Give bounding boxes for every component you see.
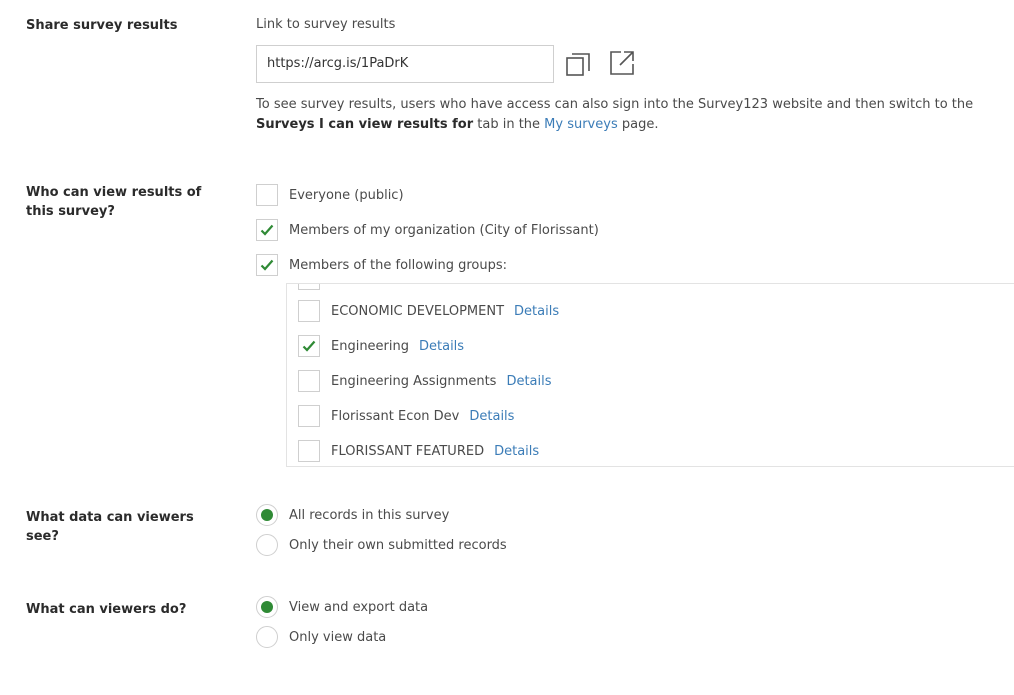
radio[interactable] [256,534,278,556]
checkbox[interactable] [298,440,320,462]
details-link[interactable]: Details [514,304,559,319]
checkmark-icon [260,224,274,236]
checkbox-checked[interactable] [256,219,278,241]
checkmark-icon [302,340,316,352]
checkbox[interactable] [298,300,320,322]
details-link[interactable]: Details [494,444,539,459]
open-external-icon[interactable] [608,49,636,77]
option-own-records[interactable]: Only their own submitted records [256,534,507,556]
help-text-part: page. [617,117,659,132]
group-name: Engineering [331,338,409,354]
option-label: Members of the following groups: [289,257,507,273]
viewer-actions-label: What can viewers do? [26,602,187,617]
share-results-label: Share survey results [26,18,178,33]
checkbox-partial[interactable] [298,284,320,290]
radio-selected[interactable] [256,596,278,618]
checkmark-icon [260,259,274,271]
surveys-i-can-view-tab-name: Surveys I can view results for [256,117,474,132]
option-everyone-public[interactable]: Everyone (public) [256,184,404,206]
option-all-records[interactable]: All records in this survey [256,504,449,526]
group-name: ECONOMIC DEVELOPMENT [331,303,505,319]
who-can-view-label: Who can view results of this survey? [26,185,202,219]
option-label: Members of my organization (City of Flor… [289,222,599,238]
what-data-label: What data can viewers see? [26,510,194,544]
checkbox[interactable] [298,405,320,427]
option-label: All records in this survey [289,507,450,523]
copy-icon[interactable] [564,50,592,78]
option-label: Everyone (public) [289,187,404,203]
group-item-engineering[interactable]: Engineering Details [298,335,464,357]
checkbox-checked[interactable] [256,254,278,276]
group-item-florissant-featured[interactable]: FLORISSANT FEATURED Details [298,440,539,462]
group-name: Engineering Assignments [331,373,497,389]
help-text-part: tab in the [473,117,545,132]
option-members-groups[interactable]: Members of the following groups: [256,254,507,276]
help-text-part: To see survey results, users who have ac… [256,97,974,112]
checkbox-checked[interactable] [298,335,320,357]
option-view-only[interactable]: Only view data [256,626,386,648]
share-help-text: To see survey results, users who have ac… [256,95,1008,135]
groups-list[interactable]: ECONOMIC DEVELOPMENT Details Engineering… [286,283,1014,467]
option-label: Only their own submitted records [289,537,507,553]
link-to-results-label: Link to survey results [256,17,396,32]
option-label: Only view data [289,629,387,645]
option-members-organization[interactable]: Members of my organization (City of Flor… [256,219,599,241]
group-item-florissant-econ-dev[interactable]: Florissant Econ Dev Details [298,405,514,427]
group-name: FLORISSANT FEATURED [331,443,485,459]
survey-url-field[interactable]: https://arcg.is/1PaDrK [256,45,554,83]
option-view-export[interactable]: View and export data [256,596,428,618]
group-name: Florissant Econ Dev [331,408,460,424]
details-link[interactable]: Details [419,339,464,354]
radio[interactable] [256,626,278,648]
my-surveys-link[interactable]: My surveys [544,117,618,132]
checkbox[interactable] [298,370,320,392]
details-link[interactable]: Details [506,374,551,389]
details-link[interactable]: Details [469,409,514,424]
radio-selected[interactable] [256,504,278,526]
checkbox[interactable] [256,184,278,206]
group-item-economic-development[interactable]: ECONOMIC DEVELOPMENT Details [298,300,559,322]
group-item-engineering-assignments[interactable]: Engineering Assignments Details [298,370,552,392]
option-label: View and export data [289,599,429,615]
